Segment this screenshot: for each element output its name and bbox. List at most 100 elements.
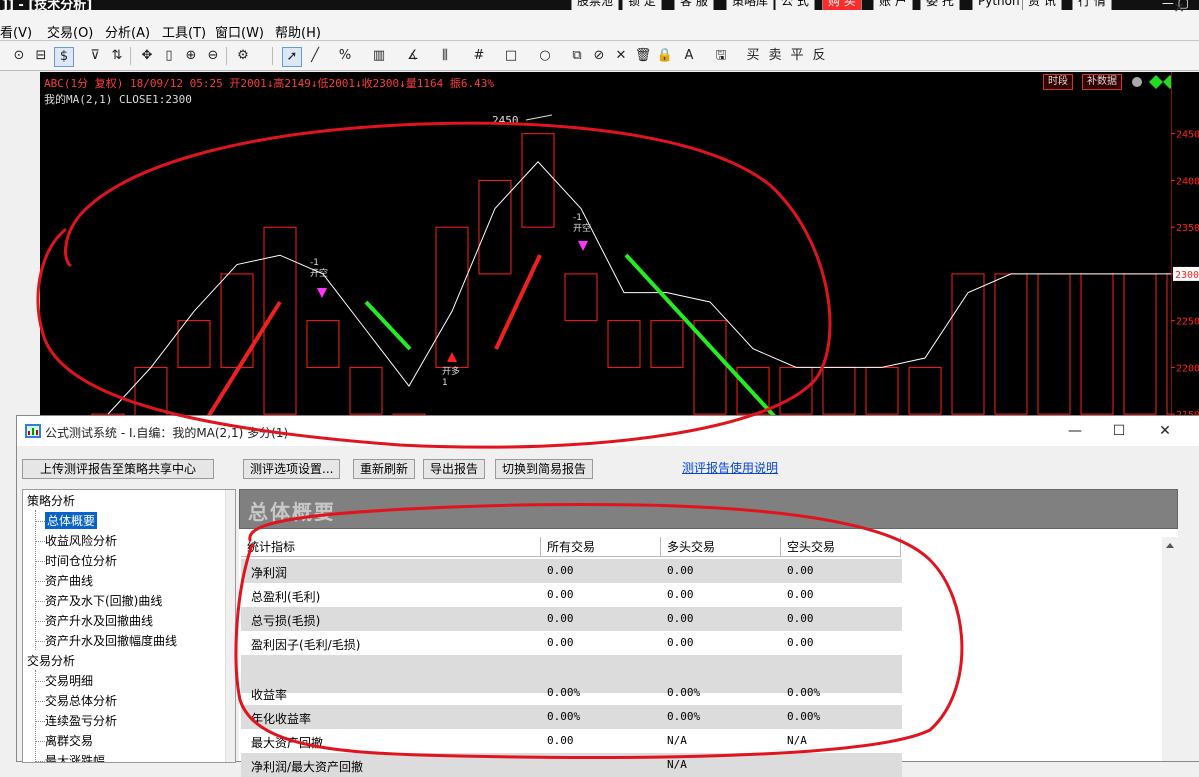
menu-trade[interactable]: 交易(O) — [47, 22, 93, 41]
candle — [435, 226, 469, 368]
grid-icon[interactable]: # — [470, 47, 488, 65]
tree-item[interactable]: 交易总体分析 — [45, 692, 117, 709]
tree-item[interactable]: 资产及水下(回撤)曲线 — [45, 592, 162, 609]
report-help-link[interactable]: 测评报告使用说明 — [682, 459, 778, 476]
upload-report-button[interactable]: 上传测评报告至策略共享中心 — [22, 459, 214, 479]
green-diamond-icon — [1149, 75, 1163, 89]
top-button-6[interactable]: 账 户 — [873, 0, 913, 10]
dialog-close-button[interactable]: ✕ — [1145, 420, 1185, 442]
top-button-0[interactable]: 股票池 — [571, 0, 620, 10]
top-button-10[interactable]: 行 情 — [1072, 0, 1112, 10]
copy-icon[interactable]: ⧉ — [568, 47, 586, 65]
play-icon[interactable]: ⊙ — [10, 47, 28, 65]
save-icon[interactable]: 🖫 — [712, 47, 730, 65]
top-button-4[interactable]: 公 式 — [775, 0, 815, 10]
circle-icon[interactable]: ○ — [536, 47, 554, 65]
signal-label: 开空 — [573, 222, 591, 234]
column-icon[interactable]: ▯ — [160, 47, 178, 65]
tree-group[interactable]: 策略分析 — [27, 492, 75, 509]
title-bar: ]] - [技术分析] 股票池锁 定 客 服 策略库公 式购 买 账 户委 托 Pyth… — [0, 0, 1199, 10]
table-header[interactable]: 多头交易 — [661, 537, 781, 557]
tree-item[interactable]: 总体概要 — [45, 512, 98, 529]
menu-view[interactable]: 看(V) — [0, 22, 32, 41]
font-color-icon[interactable]: A — [680, 47, 698, 65]
tree-item[interactable]: 最大涨跌幅 — [45, 752, 105, 762]
top-button-2[interactable]: 客 服 — [674, 0, 714, 10]
candle — [1123, 273, 1157, 415]
zoom-out-icon[interactable]: ⊖ — [204, 47, 222, 65]
axis-tick-label: 2450 — [1176, 130, 1199, 141]
buy-tool[interactable]: 买 — [744, 47, 762, 65]
menu-help[interactable]: 帮助(H) — [275, 22, 321, 41]
tree-scrollbar[interactable] — [225, 490, 235, 762]
test-options-button[interactable]: 测评选项设置... — [243, 459, 341, 479]
tree-item[interactable]: 收益风险分析 — [45, 532, 117, 549]
delete-icon[interactable]: ⊘ — [590, 47, 608, 65]
angle-icon[interactable]: ∡ — [404, 47, 422, 65]
axis-tick-label: 2200 — [1176, 363, 1199, 374]
sell-tool[interactable]: 卖 — [766, 47, 784, 65]
top-button-3[interactable]: 策略库 — [726, 0, 775, 10]
zoom-in-icon[interactable]: ⊕ — [182, 47, 200, 65]
gear-icon[interactable]: ⚙ — [234, 47, 252, 65]
report-scrollbar[interactable] — [1162, 537, 1178, 761]
flat-tool[interactable]: 平 — [788, 47, 806, 65]
doc-icon[interactable]: ⊟ — [32, 47, 50, 65]
line-icon[interactable]: ╱ — [306, 47, 324, 65]
table-cell: 0.00 — [787, 564, 814, 577]
price-chart[interactable]: ABC(1分 复权) 18/09/12 05:25 开2001↓高2149↓低2… — [40, 72, 1171, 417]
lock-icon[interactable]: 🔒 — [656, 47, 674, 65]
menu-window[interactable]: 窗口(W) — [215, 22, 264, 41]
percent-icon[interactable]: % — [336, 47, 354, 65]
top-button-8[interactable]: Python — [972, 0, 1026, 10]
tree-item[interactable]: 资产升水及回撤幅度曲线 — [45, 632, 177, 649]
filter-icon[interactable]: ⊽ — [86, 47, 104, 65]
long-signal-arrow — [447, 352, 457, 362]
move-icon[interactable]: ✥ — [138, 47, 156, 65]
tree-item[interactable]: 离群交易 — [45, 732, 93, 749]
table-header[interactable]: 统计指标 — [241, 537, 541, 557]
candle — [865, 366, 899, 415]
cursor-icon[interactable]: ➚ — [282, 47, 302, 67]
close-icon[interactable]: ✕ — [612, 47, 630, 65]
table-header[interactable]: 所有交易 — [541, 537, 661, 557]
maximize-button[interactable]: ☐ — [1099, 420, 1139, 442]
rect-icon[interactable]: □ — [502, 47, 520, 65]
export-report-button[interactable]: 导出报告 — [423, 459, 486, 479]
menu-tools[interactable]: 工具(T) — [162, 22, 206, 41]
tree-item[interactable]: 连续盈亏分析 — [45, 712, 117, 729]
table-row: 收益率 0.00% 0.00% 0.00% — [241, 681, 902, 705]
candle — [607, 320, 641, 368]
short-signal-arrow — [317, 288, 327, 298]
tree-item[interactable]: 交易明细 — [45, 672, 93, 689]
ruler-icon[interactable]: ▥ — [370, 47, 388, 65]
top-button-7[interactable]: 委 托 — [920, 0, 960, 10]
tree-item[interactable]: 资产曲线 — [45, 572, 93, 589]
high-price-leader — [525, 114, 553, 121]
close-icon[interactable]: × — [1173, 0, 1185, 16]
simple-report-button[interactable]: 切换到简易报告 — [495, 459, 594, 479]
parallel-icon[interactable]: ⫼ — [436, 47, 454, 65]
refresh-button[interactable]: 重新刷新 — [353, 459, 416, 479]
tree-item[interactable]: 资产升水及回撤曲线 — [45, 612, 153, 629]
minimize-button[interactable]: — — [1055, 420, 1095, 442]
trash-icon[interactable]: 🗑 — [634, 47, 652, 65]
table-header[interactable]: 空头交易 — [781, 537, 901, 557]
dollar-icon[interactable]: $ — [54, 47, 74, 67]
top-button-5[interactable]: 购 买 — [822, 0, 862, 10]
table-cell: 0.00 — [547, 636, 574, 649]
tree-item[interactable]: 时间仓位分析 — [45, 552, 117, 569]
candle — [951, 273, 985, 415]
table-cell: 0.00% — [547, 710, 581, 723]
menu-analysis[interactable]: 分析(A) — [105, 22, 150, 41]
reverse-tool[interactable]: 反 — [810, 47, 828, 65]
top-button-1[interactable]: 锁 定 — [622, 0, 662, 10]
signal-label: -1 — [310, 258, 319, 268]
tree-group[interactable]: 交易分析 — [27, 652, 75, 669]
table-cell: N/A — [787, 734, 807, 747]
table-row: 净利润/最大资产回撤 N/A — [241, 753, 902, 777]
banner-title: 总体概要 — [248, 500, 336, 524]
candle — [1037, 273, 1071, 415]
arrows-icon[interactable]: ⇅ — [108, 47, 126, 65]
top-button-9[interactable]: 资 讯 — [1022, 0, 1062, 10]
